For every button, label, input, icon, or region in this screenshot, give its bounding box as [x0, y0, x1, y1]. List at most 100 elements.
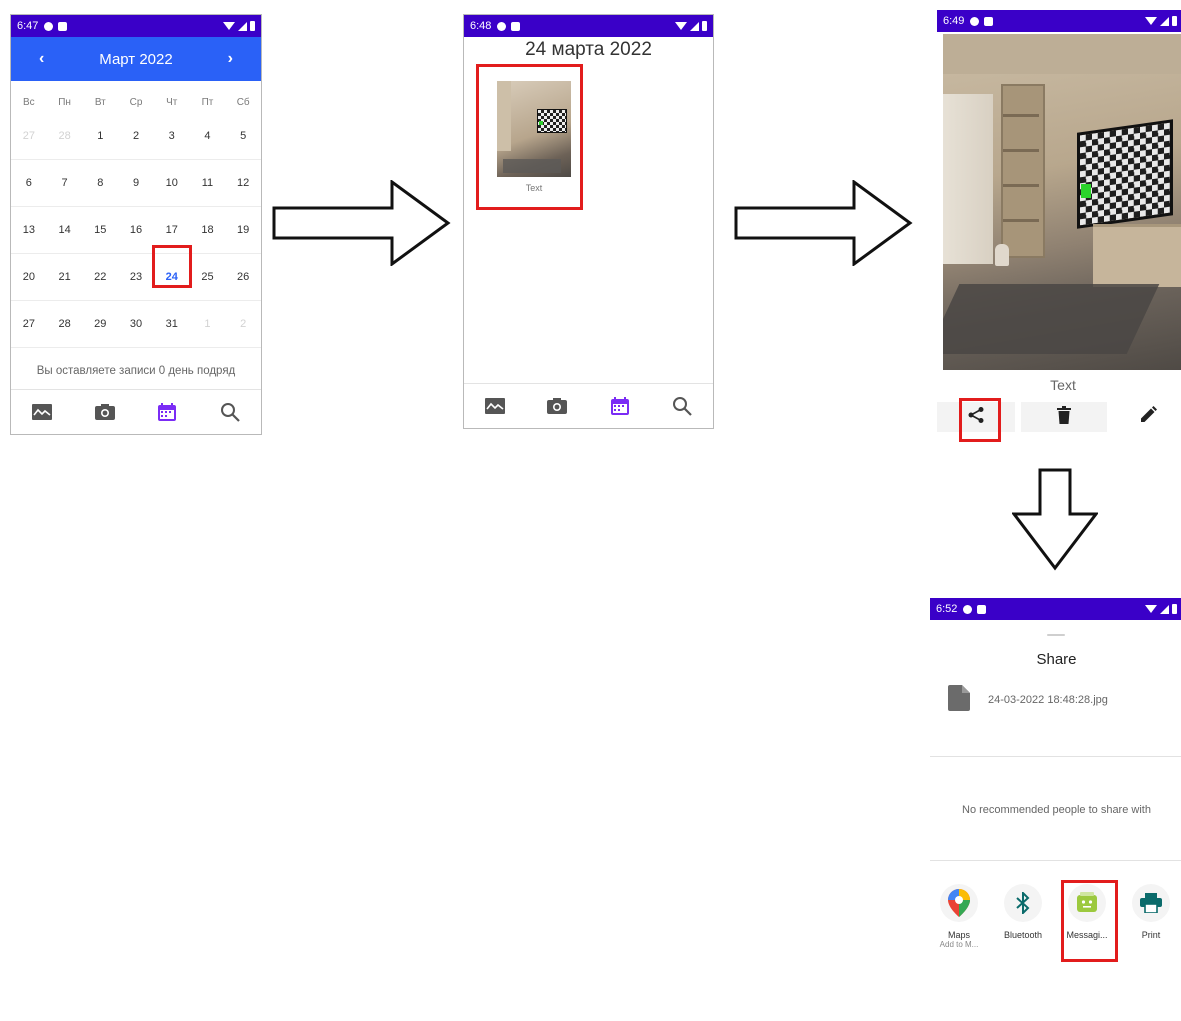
- calendar-day[interactable]: 2: [225, 318, 261, 330]
- calendar-day[interactable]: 29: [82, 318, 118, 330]
- bottom-nav: [11, 389, 261, 434]
- maps-icon: [940, 884, 978, 922]
- calendar-day[interactable]: 13: [11, 224, 47, 236]
- weekday-label: Вс: [23, 96, 35, 108]
- calendar-day[interactable]: 1: [82, 130, 118, 142]
- streak-text: Вы оставляете записи 0 день подряд: [36, 365, 236, 377]
- status-sync-icon: [970, 16, 980, 26]
- calendar-day[interactable]: 16: [118, 224, 154, 236]
- status-bar: 6:48: [464, 15, 713, 37]
- calendar-day[interactable]: 20: [11, 271, 47, 283]
- highlight-selected-day: [152, 245, 192, 288]
- calendar-day[interactable]: 6: [11, 177, 47, 189]
- status-time: 6:47: [17, 20, 39, 32]
- calendar-day[interactable]: 22: [82, 271, 118, 283]
- status-bar: 6:52: [930, 598, 1181, 620]
- calendar-day[interactable]: 17: [154, 224, 190, 236]
- print-icon: [1132, 884, 1170, 922]
- calendar-day[interactable]: 23: [118, 271, 154, 283]
- calendar-day[interactable]: 3: [154, 130, 190, 142]
- calendar-day[interactable]: 27: [11, 318, 47, 330]
- status-sync-icon: [497, 21, 507, 31]
- calendar-day[interactable]: 14: [47, 224, 83, 236]
- calendar-day[interactable]: 27: [11, 130, 47, 142]
- weekday-header-row: Вс Пн Вт Ср Чт Пт Сб: [11, 91, 261, 113]
- calendar-day[interactable]: 9: [118, 177, 154, 189]
- calendar-day[interactable]: 11: [190, 177, 226, 189]
- entry-photo: [943, 34, 1181, 370]
- divider: [930, 860, 1181, 861]
- calendar-day[interactable]: 25: [190, 271, 226, 283]
- status-sync-icon: [963, 604, 973, 614]
- app-label: Print: [1141, 930, 1161, 940]
- screen-entry-detail: 6:49 Text: [937, 10, 1181, 442]
- file-icon: [948, 684, 970, 716]
- calendar-day[interactable]: 4: [190, 130, 226, 142]
- weekday-label: Пн: [58, 96, 71, 108]
- status-bar: 6:47: [11, 15, 261, 37]
- calendar-day[interactable]: 1: [190, 318, 226, 330]
- calendar-header: ‹ Март 2022 ›: [11, 37, 261, 81]
- gallery-icon[interactable]: [31, 401, 53, 423]
- delete-button[interactable]: [1021, 402, 1107, 432]
- app-target-maps[interactable]: Maps Add to M...: [930, 884, 988, 949]
- battery-icon: [1172, 604, 1177, 614]
- no-people-text: No recommended people to share with: [962, 804, 1151, 816]
- calendar-day[interactable]: 31: [154, 318, 190, 330]
- calendar-day[interactable]: 28: [47, 318, 83, 330]
- flow-arrow-right: [734, 180, 913, 266]
- search-icon[interactable]: [219, 401, 241, 423]
- calendar-day[interactable]: 12: [225, 177, 261, 189]
- prev-month-button[interactable]: ‹: [39, 50, 44, 68]
- highlight-messaging-app: [1061, 880, 1118, 962]
- gallery-icon[interactable]: [484, 395, 506, 417]
- app-target-print[interactable]: Print: [1122, 884, 1180, 940]
- wifi-icon: [1145, 605, 1157, 613]
- weekday-label: Ср: [129, 96, 143, 108]
- app-target-bluetooth[interactable]: Bluetooth: [994, 884, 1052, 940]
- highlight-share-button: [959, 398, 1001, 442]
- edit-button[interactable]: [1113, 402, 1181, 432]
- month-title: Март 2022: [99, 50, 173, 68]
- signal-icon: [238, 21, 247, 31]
- next-month-button[interactable]: ›: [228, 50, 233, 68]
- screen-calendar: 6:47 ‹ Март 2022 › Вс Пн Вт Ср Чт Пт Сб …: [10, 14, 262, 435]
- battery-icon: [1172, 16, 1177, 26]
- calendar-day[interactable]: 5: [225, 130, 261, 142]
- divider: [930, 756, 1181, 757]
- status-bar: 6:49: [937, 10, 1181, 32]
- calendar-icon[interactable]: [609, 395, 631, 417]
- signal-icon: [690, 21, 699, 31]
- calendar-day[interactable]: 19: [225, 224, 261, 236]
- calendar-day[interactable]: 7: [47, 177, 83, 189]
- flow-arrow-right: [272, 180, 451, 266]
- calendar-day[interactable]: 10: [154, 177, 190, 189]
- bottom-nav: [464, 383, 713, 428]
- share-title: Share: [1036, 651, 1077, 668]
- calendar-day[interactable]: 30: [118, 318, 154, 330]
- calendar-day[interactable]: 21: [47, 271, 83, 283]
- calendar-day[interactable]: 28: [47, 130, 83, 142]
- camera-icon[interactable]: [546, 395, 568, 417]
- calendar-day[interactable]: 26: [225, 271, 261, 283]
- calendar-day[interactable]: 2: [118, 130, 154, 142]
- calendar-day[interactable]: 15: [82, 224, 118, 236]
- flow-arrow-down: [1012, 468, 1098, 571]
- bluetooth-icon: [1004, 884, 1042, 922]
- status-time: 6:52: [936, 603, 958, 615]
- search-icon[interactable]: [671, 395, 693, 417]
- camera-icon[interactable]: [94, 401, 116, 423]
- weekday-label: Сб: [236, 96, 250, 108]
- wifi-icon: [675, 22, 687, 30]
- signal-icon: [1160, 604, 1169, 614]
- calendar-day[interactable]: 8: [82, 177, 118, 189]
- highlight-entry-card: [476, 64, 583, 210]
- shared-file-row: 24-03-2022 18:48:28.jpg: [948, 684, 1181, 716]
- calendar-day[interactable]: 18: [190, 224, 226, 236]
- sheet-drag-handle[interactable]: [1047, 634, 1065, 636]
- calendar-week: 13 14 15 16 17 18 19: [11, 207, 261, 254]
- calendar-icon[interactable]: [156, 401, 178, 423]
- status-sync-icon: [44, 21, 54, 31]
- wifi-icon: [1145, 17, 1157, 25]
- file-name: 24-03-2022 18:48:28.jpg: [988, 694, 1108, 706]
